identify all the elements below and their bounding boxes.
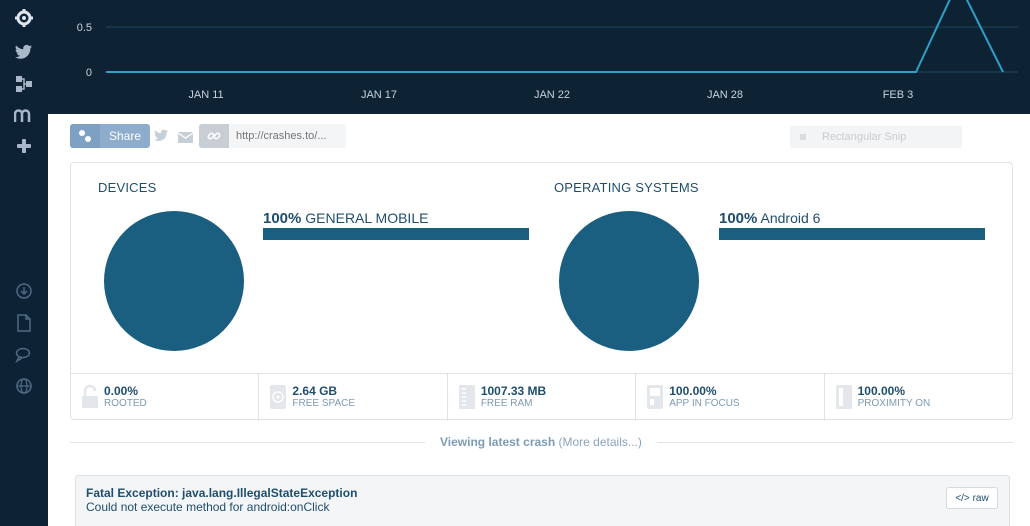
divider-line-left	[70, 442, 425, 443]
link-group	[199, 124, 346, 148]
proximity-icon	[835, 384, 853, 410]
stat-label: FREE RAM	[480, 398, 533, 409]
os-pie[interactable]	[559, 211, 699, 351]
stat-value: 100.00%	[857, 384, 905, 398]
os-bar[interactable]	[719, 228, 985, 240]
crash-summary: Fatal Exception: java.lang.IllegalStateE…	[75, 475, 1010, 526]
stat-proximity-on: 100.00% PROXIMITY ON	[825, 374, 1012, 421]
focus-icon	[646, 384, 664, 410]
stat-label: FREE SPACE	[292, 398, 356, 409]
x-tick-label: JAN 17	[361, 89, 397, 101]
x-tick-label: JAN 22	[534, 89, 570, 101]
crash-exception-message: Could not execute method for android:onC…	[86, 500, 330, 514]
devices-bar[interactable]	[263, 228, 529, 240]
app-root: 0.5 0 JAN 11 JAN 17 JAN 22 JAN 28 FEB 3 Share …	[0, 0, 1030, 526]
twitter-share-icon[interactable]	[154, 129, 169, 147]
devices-pie[interactable]	[104, 211, 244, 351]
os-percent: 100%	[719, 210, 758, 227]
y-tick-label: 0.5	[77, 22, 92, 34]
logo-gear-icon[interactable]	[12, 6, 36, 30]
sidebar	[0, 0, 48, 526]
stats-row: 0.00% ROOTED 2.64 GB FREE SPACE 1007.33 …	[71, 373, 1012, 421]
stat-app-in-focus: 100.00% APP IN FOCUS	[636, 374, 825, 421]
os-name: Android 6	[760, 210, 821, 226]
stat-value: 1007.33 MB	[480, 384, 547, 398]
devices-percent: 100%	[263, 210, 302, 227]
stat-value: 100.00%	[669, 384, 717, 398]
latest-crash-divider: Viewing latest crash (More details...)	[70, 433, 1013, 453]
y-tick-label: 0	[86, 67, 92, 79]
os-title: OPERATING SYSTEMS	[554, 180, 699, 195]
email-share-icon[interactable]	[177, 130, 194, 148]
raw-button[interactable]: </> raw	[946, 487, 998, 509]
link-icon[interactable]	[199, 124, 229, 148]
stat-free-ram: 1007.33 MB FREE RAM	[448, 374, 637, 421]
rectangular-snip-overlay: Rectangular Snip	[790, 126, 962, 148]
code-icon: </>	[955, 492, 970, 504]
x-tick-label: JAN 11	[188, 89, 223, 101]
devices-name: GENERAL MOBILE	[305, 210, 429, 226]
os-bar-label: 100% Android 6	[719, 210, 820, 227]
stat-label: PROXIMITY ON	[857, 398, 931, 409]
snip-icon	[800, 134, 806, 140]
share-link-input[interactable]	[229, 124, 346, 148]
globe-icon[interactable]	[12, 374, 36, 398]
stat-label: ROOTED	[104, 398, 147, 409]
document-icon[interactable]	[12, 311, 36, 335]
crash-timeline-chart: 0.5 0 JAN 11 JAN 17 JAN 22 JAN 28 FEB 3	[48, 0, 1030, 114]
share-group: Share	[70, 124, 150, 148]
disk-icon	[269, 384, 287, 410]
stat-value: 2.64 GB	[292, 384, 338, 398]
latest-crash-label: Viewing latest crash (More details...)	[440, 435, 642, 449]
devices-bar-label: 100% GENERAL MOBILE	[263, 210, 428, 227]
series-line[interactable]	[106, 0, 1004, 73]
share-button[interactable]: Share	[100, 124, 150, 148]
stat-label: APP IN FOCUS	[669, 398, 740, 409]
unlock-icon	[81, 384, 99, 410]
more-details-link[interactable]: (More details...)	[559, 435, 642, 449]
device-stats-card: DEVICES 100% GENERAL MOBILE OPERATING SY…	[70, 162, 1013, 421]
snip-label: Rectangular Snip	[822, 131, 907, 143]
share-bar: Share Rectangular Snip	[70, 124, 970, 148]
stat-free-space: 2.64 GB FREE SPACE	[259, 374, 448, 421]
divider-line-right	[657, 442, 1013, 443]
crash-exception-title: Fatal Exception: java.lang.IllegalStateE…	[86, 486, 358, 500]
chat-icon[interactable]	[12, 343, 36, 367]
stat-value: 0.00%	[104, 384, 139, 398]
share-logo-icon[interactable]	[70, 124, 100, 148]
download-icon[interactable]	[12, 279, 36, 303]
viewing-latest-crash-text: Viewing latest crash	[440, 435, 556, 449]
network-icon[interactable]	[12, 72, 36, 96]
raw-label: raw	[972, 492, 989, 504]
x-tick-label: JAN 28	[707, 89, 743, 101]
x-tick-label: FEB 3	[883, 89, 914, 101]
devices-title: DEVICES	[98, 180, 157, 195]
ram-icon	[458, 384, 476, 410]
stat-rooted: 0.00% ROOTED	[71, 374, 260, 421]
medium-icon[interactable]	[12, 104, 36, 128]
twitter-icon[interactable]	[12, 40, 36, 64]
plus-icon[interactable]	[12, 134, 36, 158]
chart-svg: 0.5 0 JAN 11 JAN 17 JAN 22 JAN 28 FEB 3	[77, 0, 1018, 101]
